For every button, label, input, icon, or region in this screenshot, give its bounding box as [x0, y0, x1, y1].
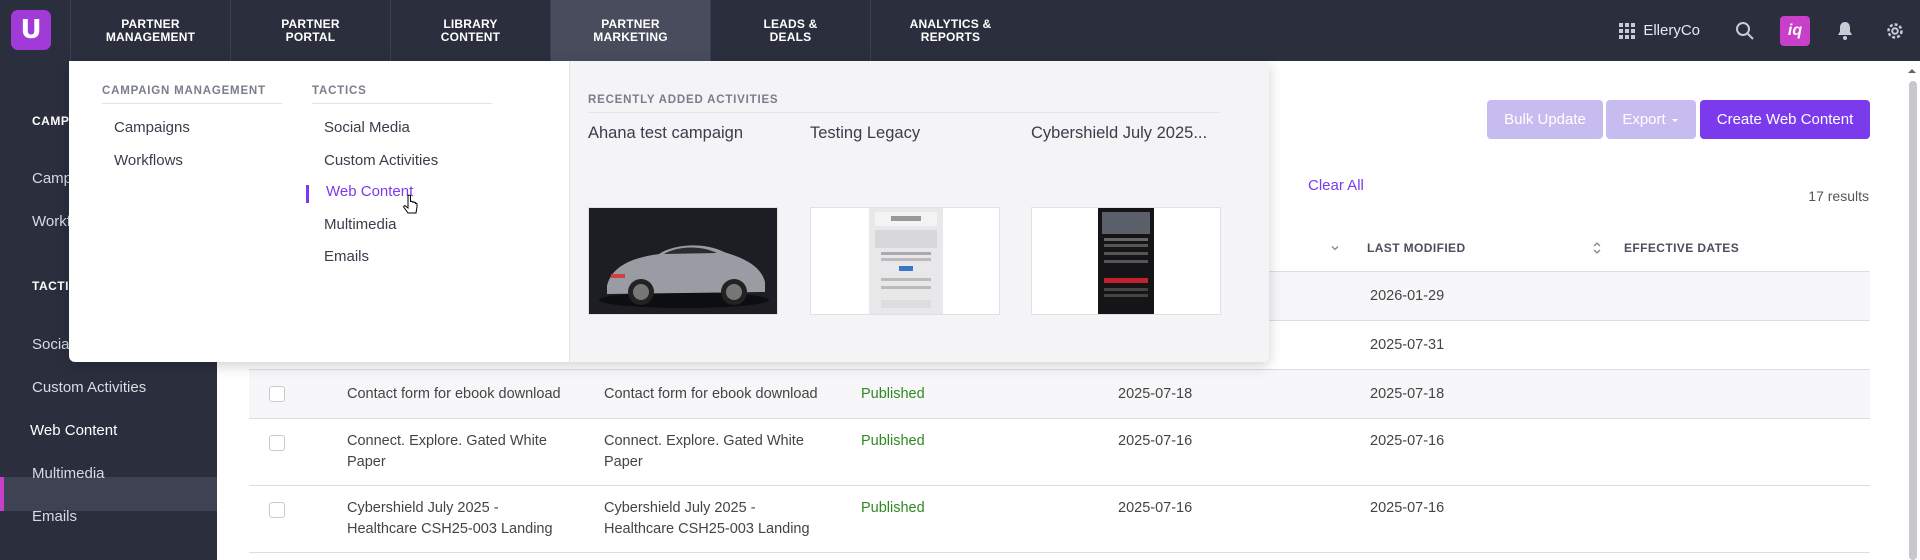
- chevron-down-icon: [1671, 118, 1678, 122]
- search-icon: [1736, 21, 1754, 40]
- mega-heading-recent: RECENTLY ADDED ACTIVITIES: [588, 94, 1220, 113]
- mega-link-campaigns[interactable]: Campaigns: [114, 119, 190, 136]
- cell-modified: 2026-01-29: [1370, 288, 1445, 304]
- notifications-button[interactable]: [1820, 0, 1870, 61]
- sidebar-active-indicator: [0, 477, 217, 511]
- column-header-effective-dates[interactable]: EFFECTIVE DATES: [1624, 241, 1739, 255]
- mega-heading-campaign-management: CAMPAIGN MANAGEMENT: [102, 85, 282, 104]
- sort-icon[interactable]: [1591, 240, 1603, 256]
- cell-created: 2025-07-16: [1118, 500, 1193, 516]
- nav-analytics-reports[interactable]: ANALYTICS & REPORTS: [870, 0, 1030, 61]
- sidebar-item-emails[interactable]: Emails: [32, 508, 77, 525]
- cell-created: 2025-07-16: [1118, 433, 1193, 449]
- landing-page-preview-image: [1032, 208, 1220, 314]
- scroll-up-arrow-icon[interactable]: [1904, 65, 1920, 77]
- sidebar-item-campaigns[interactable]: Camp: [32, 170, 72, 187]
- cell-title: Cybershield July 2025 - Healthcare CSH25…: [604, 500, 810, 537]
- nav-label: ANALYTICS & REPORTS: [909, 16, 992, 44]
- sidebar-heading-tactics: TACTI: [32, 279, 69, 293]
- cell-name[interactable]: Contact form for ebook download: [347, 384, 561, 405]
- cell-modified: 2025-07-31: [1370, 337, 1445, 353]
- page-scrollbar[interactable]: [1904, 61, 1920, 560]
- sidebar-item-web-content[interactable]: Web Content: [30, 422, 117, 439]
- org-switcher[interactable]: ElleryCo: [1619, 22, 1700, 39]
- recent-thumbnail-email[interactable]: [810, 207, 1000, 315]
- table-row[interactable]: Connect. Explore. Gated White Paper Conn…: [249, 419, 1870, 486]
- row-checkbox[interactable]: [269, 435, 285, 451]
- nav-label: PARTNER MANAGEMENT: [105, 16, 196, 44]
- bulk-update-button[interactable]: Bulk Update: [1487, 100, 1603, 139]
- iq-badge: iq: [1780, 15, 1810, 46]
- settings-button[interactable]: [1870, 0, 1920, 61]
- mega-link-custom-activities[interactable]: Custom Activities: [324, 152, 438, 169]
- mega-link-social-media[interactable]: Social Media: [324, 119, 410, 136]
- nav-library-content[interactable]: LIBRARY CONTENT: [390, 0, 550, 61]
- org-name: ElleryCo: [1643, 22, 1700, 39]
- search-button[interactable]: [1720, 0, 1770, 61]
- table-row[interactable]: Contact form for ebook download Contact …: [249, 370, 1870, 419]
- nav-label: PARTNER PORTAL: [281, 16, 340, 44]
- cell-modified: 2025-07-16: [1370, 433, 1445, 449]
- scrollbar-thumb[interactable]: [1909, 81, 1917, 560]
- row-checkbox[interactable]: [269, 502, 285, 518]
- top-navigation-bar: U PARTNER MANAGEMENT PARTNER PORTAL LIBR…: [0, 0, 1920, 61]
- nav-partner-marketing[interactable]: PARTNER MARKETING: [550, 0, 710, 61]
- car-image: [589, 208, 777, 314]
- recent-title[interactable]: Ahana test campaign: [588, 124, 743, 143]
- cell-name[interactable]: Connect. Explore. Gated White Paper: [347, 431, 572, 473]
- mega-heading-tactics: TACTICS: [312, 85, 492, 104]
- cell-status: Published: [861, 386, 925, 402]
- export-button[interactable]: Export: [1606, 100, 1696, 139]
- cell-created: 2025-07-18: [1118, 386, 1193, 402]
- recent-thumbnail-landing[interactable]: [1031, 207, 1221, 315]
- sidebar-item-custom-activities[interactable]: Custom Activities: [32, 379, 146, 396]
- cell-modified: 2025-07-16: [1370, 500, 1445, 516]
- nav-leads-deals[interactable]: LEADS & DEALS: [710, 0, 870, 61]
- sidebar-heading-campaign: CAMP: [32, 114, 70, 128]
- results-count: 17 results: [1808, 188, 1869, 204]
- mega-link-emails[interactable]: Emails: [324, 248, 369, 265]
- clear-all-link[interactable]: Clear All: [1308, 177, 1364, 194]
- nav-label: PARTNER MARKETING: [593, 16, 668, 44]
- bell-icon: [1838, 21, 1852, 40]
- cell-status: Published: [861, 500, 925, 516]
- email-preview-image: [811, 208, 999, 314]
- table-row[interactable]: Cybershield July 2025 - Healthcare CSH25…: [249, 486, 1870, 553]
- cell-status: Published: [861, 433, 925, 449]
- column-header-last-modified[interactable]: LAST MODIFIED: [1367, 241, 1466, 255]
- cell-title: Connect. Explore. Gated White Paper: [604, 433, 804, 470]
- create-web-content-button[interactable]: Create Web Content: [1700, 100, 1870, 139]
- cell-title: Contact form for ebook download: [604, 386, 818, 402]
- sidebar-item-social-media[interactable]: Socia: [32, 336, 70, 353]
- mega-active-indicator: [306, 185, 309, 203]
- iq-button[interactable]: iq: [1770, 0, 1820, 61]
- mega-link-workflows[interactable]: Workflows: [114, 152, 183, 169]
- cell-name[interactable]: Cybershield July 2025 - Healthcare CSH25…: [347, 498, 572, 540]
- sidebar-item-multimedia[interactable]: Multimedia: [32, 465, 105, 482]
- export-label: Export: [1622, 111, 1666, 128]
- recent-title[interactable]: Testing Legacy: [810, 124, 920, 143]
- mega-link-multimedia[interactable]: Multimedia: [324, 216, 397, 233]
- recent-thumbnail-car[interactable]: [588, 207, 778, 315]
- mouse-cursor-icon: [403, 194, 418, 214]
- recent-title[interactable]: Cybershield July 2025...: [1031, 124, 1207, 143]
- recent-activities-panel: RECENTLY ADDED ACTIVITIES Ahana test cam…: [569, 61, 1269, 362]
- sidebar-item-workflows[interactable]: Workf: [32, 213, 71, 230]
- mega-link-web-content[interactable]: Web Content: [326, 183, 413, 200]
- gear-icon: [1887, 22, 1903, 39]
- nav-label: LEADS & DEALS: [763, 16, 818, 44]
- row-checkbox[interactable]: [269, 386, 285, 402]
- nav-label: LIBRARY CONTENT: [440, 16, 501, 44]
- logo-letter: U: [20, 15, 42, 45]
- partner-marketing-mega-menu: CAMPAIGN MANAGEMENT Campaigns Workflows …: [69, 61, 1269, 362]
- chevron-down-icon[interactable]: [1329, 242, 1341, 254]
- nav-partner-portal[interactable]: PARTNER PORTAL: [230, 0, 390, 61]
- cell-modified: 2025-07-18: [1370, 386, 1445, 402]
- nav-partner-management[interactable]: PARTNER MANAGEMENT: [70, 0, 230, 61]
- app-logo[interactable]: U: [11, 10, 51, 50]
- apps-grid-icon: [1619, 22, 1636, 39]
